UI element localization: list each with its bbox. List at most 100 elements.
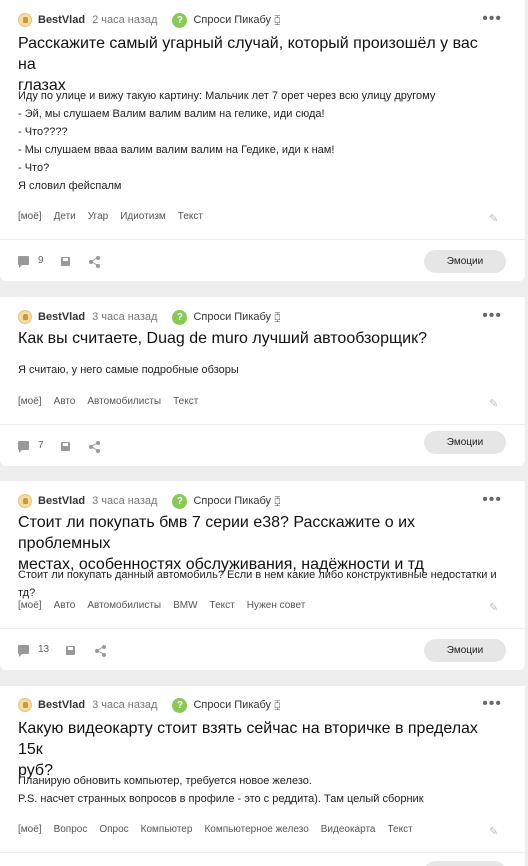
tag[interactable]: Дети: [54, 211, 76, 227]
post-body: Планирую обновить компьютер, требуется н…: [18, 772, 513, 808]
author-link[interactable]: BestVlad: [38, 311, 85, 323]
tag[interactable]: [моё]: [18, 211, 42, 227]
avatar[interactable]: [18, 698, 32, 712]
post-header: BestVlad 3 часа назад Спроси Пикабу ⧮ ••…: [18, 306, 508, 328]
comment-icon: [18, 256, 29, 268]
community-name: Спроси Пикабу: [193, 699, 272, 711]
post-card: BestVlad 3 часа назад Спроси Пикабу ⧮ ••…: [0, 297, 525, 466]
post-time: 3 часа назад: [92, 699, 158, 711]
tag[interactable]: Угар: [88, 211, 108, 227]
rss-icon[interactable]: ⧮: [274, 700, 280, 711]
comments-count: 9: [38, 255, 44, 266]
tag[interactable]: Авто: [54, 600, 76, 616]
tag[interactable]: Идиотизм: [120, 211, 166, 227]
save-icon[interactable]: [61, 442, 70, 451]
share-icon[interactable]: [89, 256, 100, 268]
post-header: BestVlad 3 часа назад Спроси Пикабу ⧮ ••…: [18, 694, 508, 716]
post-card: BestVlad 2 часа назад Спроси Пикабу ⧮ ••…: [0, 0, 525, 281]
post-time: 3 часа назад: [92, 495, 158, 507]
author-link[interactable]: BestVlad: [38, 14, 85, 26]
community-name: Спроси Пикабу: [193, 495, 272, 507]
rss-icon[interactable]: ⧮: [274, 496, 280, 507]
avatar[interactable]: [18, 310, 32, 324]
save-icon[interactable]: [61, 257, 70, 266]
emotions-button[interactable]: [424, 861, 506, 866]
save-icon[interactable]: [66, 646, 75, 655]
post-title[interactable]: Как вы считаете, Duag de muro лучший авт…: [18, 328, 498, 349]
tag-list: [моё] Вопрос Опрос Компьютер Компьютерно…: [18, 824, 513, 840]
more-icon[interactable]: •••: [482, 490, 502, 510]
comments-button[interactable]: 13: [18, 644, 49, 657]
post-body-line: - Что????: [18, 126, 68, 138]
community-link[interactable]: Спроси Пикабу ⧮: [172, 309, 280, 325]
post-time: 2 часа назад: [92, 14, 158, 26]
community-link[interactable]: Спроси Пикабу ⧮: [172, 493, 280, 509]
community-link[interactable]: Спроси Пикабу ⧮: [172, 12, 280, 28]
comments-button[interactable]: 9: [18, 255, 44, 268]
more-icon[interactable]: •••: [482, 306, 502, 326]
tag[interactable]: BMW: [173, 600, 197, 616]
post-actions: 7 Эмоции: [0, 424, 525, 466]
avatar[interactable]: [18, 494, 32, 508]
emotions-button[interactable]: Эмоции: [424, 639, 506, 662]
emotions-button[interactable]: Эмоции: [424, 431, 506, 454]
post-title-line: Стоит ли покупать бмв 7 серии е38? Расск…: [18, 514, 416, 552]
tag-list: [моё] Дети Угар Идиотизм Текст: [18, 211, 513, 227]
post-body-line: Иду по улице и вижу такую картину: Мальч…: [18, 90, 436, 102]
community-icon: [172, 697, 188, 713]
tag[interactable]: [моё]: [18, 396, 42, 412]
more-icon[interactable]: •••: [482, 694, 502, 714]
comment-icon: [18, 441, 29, 453]
post-card: BestVlad 3 часа назад Спроси Пикабу ⧮ ••…: [0, 481, 525, 670]
community-icon: [172, 12, 188, 28]
tag[interactable]: Нужен совет: [247, 600, 306, 616]
comments-button[interactable]: 7: [18, 440, 44, 453]
post-actions: [0, 852, 525, 866]
rss-icon[interactable]: ⧮: [274, 312, 280, 323]
tag[interactable]: Опрос: [99, 824, 128, 840]
pencil-icon[interactable]: ✎: [489, 827, 499, 838]
author-link[interactable]: BestVlad: [38, 495, 85, 507]
community-icon: [172, 493, 188, 509]
tag[interactable]: Компьютерное железо: [204, 824, 308, 840]
community-icon: [172, 309, 188, 325]
author-link[interactable]: BestVlad: [38, 699, 85, 711]
tag[interactable]: Видеокарта: [321, 824, 376, 840]
tag[interactable]: Текст: [178, 211, 203, 227]
tag[interactable]: Текст: [388, 824, 413, 840]
tag[interactable]: Текст: [210, 600, 235, 616]
tag[interactable]: Текст: [173, 396, 198, 412]
post-header: BestVlad 2 часа назад Спроси Пикабу ⧮ ••…: [18, 9, 508, 31]
post-time: 3 часа назад: [92, 311, 158, 323]
tag-list: [моё] Авто Автомобилисты BMW Текст Нужен…: [18, 600, 513, 616]
tag[interactable]: Автомобилисты: [87, 396, 161, 412]
post-body-line: Я считаю, у него самые подробные обзоры: [18, 364, 239, 376]
tag[interactable]: Авто: [54, 396, 76, 412]
post-card: BestVlad 3 часа назад Спроси Пикабу ⧮ ••…: [0, 686, 525, 866]
community-link[interactable]: Спроси Пикабу ⧮: [172, 697, 280, 713]
emotions-button[interactable]: Эмоции: [424, 250, 506, 273]
rss-icon[interactable]: ⧮: [274, 15, 280, 26]
post-body-line: - Что?: [18, 162, 50, 174]
share-icon[interactable]: [89, 441, 100, 453]
pencil-icon[interactable]: ✎: [489, 603, 499, 614]
tag[interactable]: [моё]: [18, 600, 42, 616]
tag[interactable]: Вопрос: [54, 824, 88, 840]
post-body: Я считаю, у него самые подробные обзоры: [18, 361, 513, 379]
post-title-line: Какую видеокарту стоит взять сейчас на в…: [18, 720, 478, 758]
more-icon[interactable]: •••: [482, 9, 502, 29]
tag[interactable]: [моё]: [18, 824, 42, 840]
post-body-line: Я словил фейспалм: [18, 180, 122, 192]
post-body-line: - Мы слушаем вваа валим валим валим на Г…: [18, 144, 335, 156]
tag[interactable]: Автомобилисты: [87, 600, 161, 616]
comments-count: 7: [38, 440, 44, 451]
share-icon[interactable]: [95, 645, 106, 657]
tag[interactable]: Компьютер: [141, 824, 193, 840]
pencil-icon[interactable]: ✎: [489, 214, 499, 225]
post-actions: 13 Эмоции: [0, 628, 525, 670]
post-header: BestVlad 3 часа назад Спроси Пикабу ⧮ ••…: [18, 490, 508, 512]
post-title-line: Как вы считаете, Duag de muro лучший авт…: [18, 330, 427, 347]
pencil-icon[interactable]: ✎: [489, 399, 499, 410]
avatar[interactable]: [18, 13, 32, 27]
community-name: Спроси Пикабу: [193, 311, 272, 323]
